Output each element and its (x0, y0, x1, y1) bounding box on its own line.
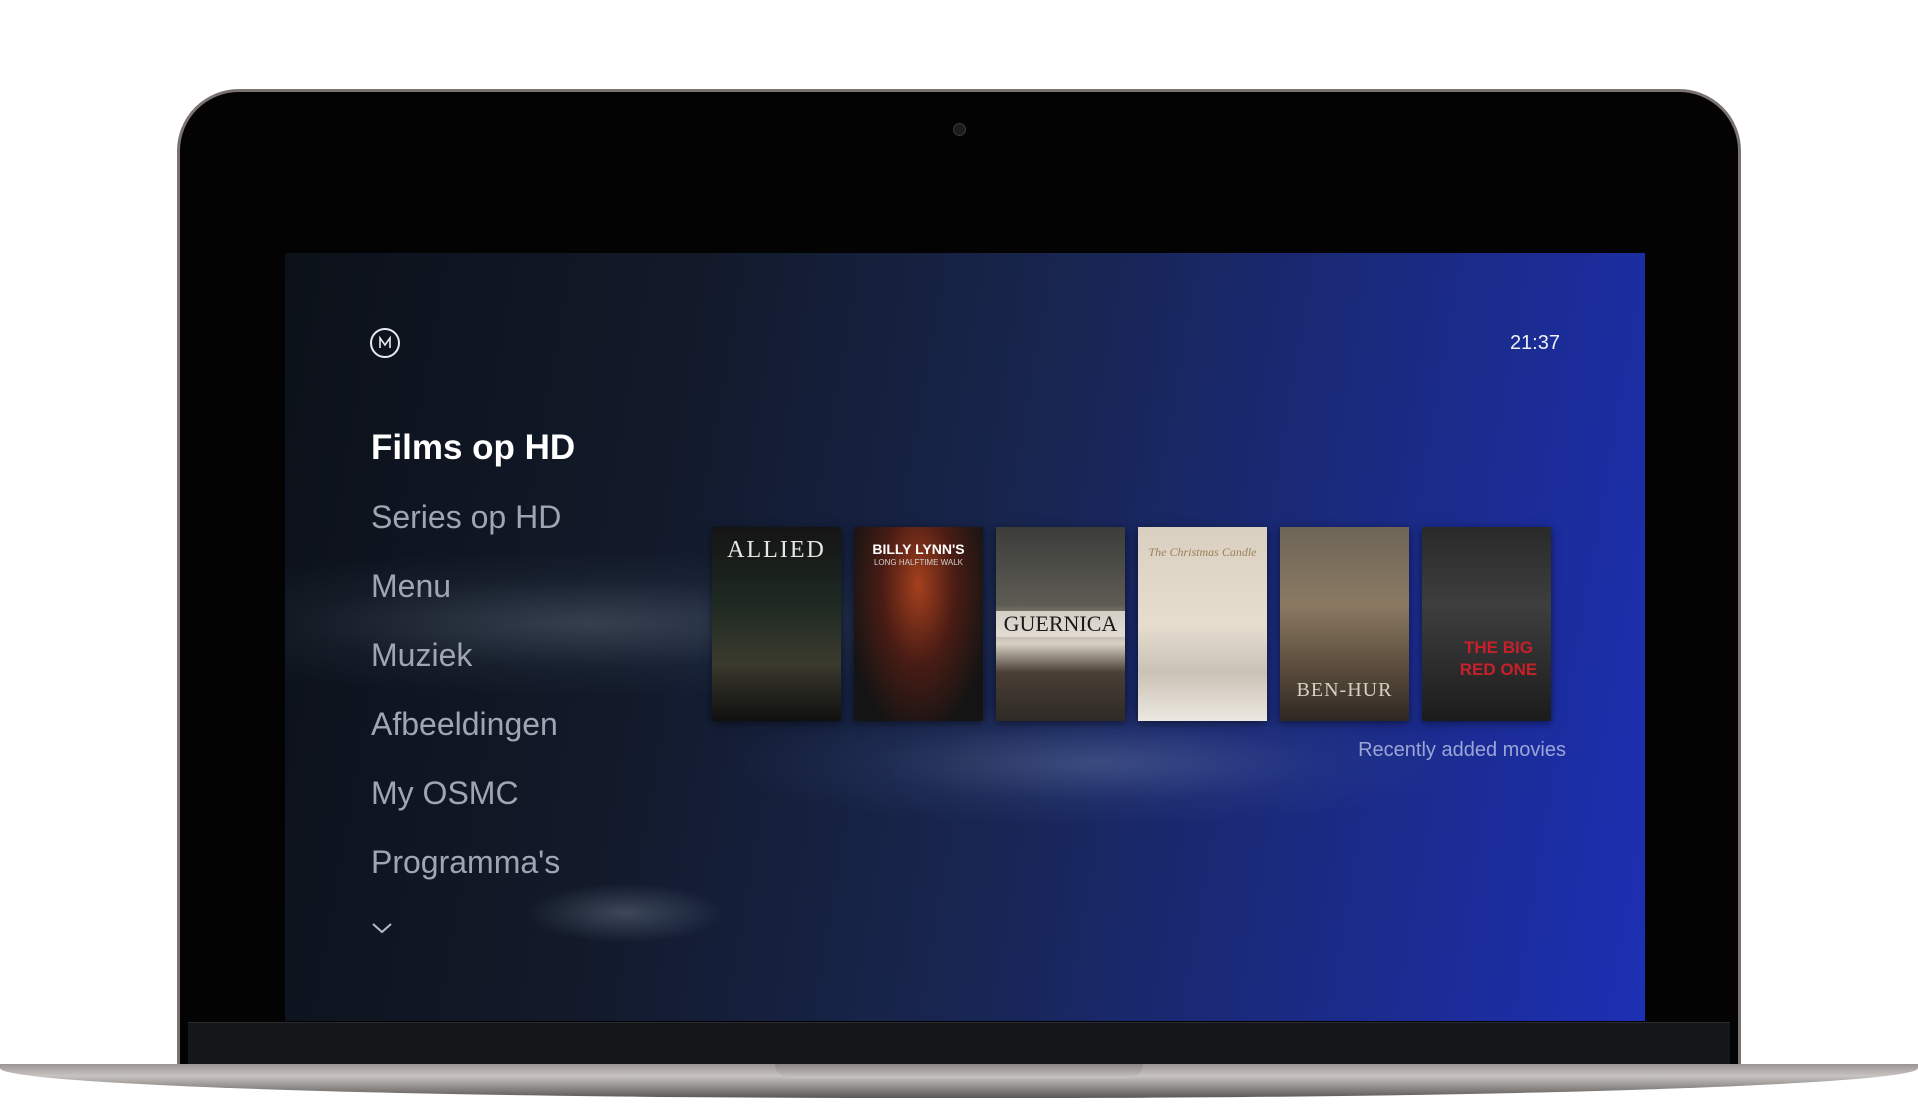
menu-item-menu[interactable]: Menu (371, 569, 575, 638)
webcam (953, 123, 966, 136)
menu-item-afbeeldingen[interactable]: Afbeeldingen (371, 707, 575, 776)
poster-title: The Christmas Candle (1148, 545, 1257, 559)
poster-title: ALLIED (727, 537, 826, 563)
osmc-logo-icon[interactable] (370, 328, 400, 358)
poster-title: BILLY LYNN'S (872, 541, 965, 557)
menu-item-series[interactable]: Series op HD (371, 500, 575, 569)
movie-poster[interactable]: BILLY LYNN'S LONG HALFTIME WALK (854, 527, 983, 721)
poster-subtitle: LONG HALFTIME WALK (873, 558, 964, 567)
recent-movies-caption: Recently added movies (1358, 739, 1566, 761)
main-menu: Films op HD Series op HD Menu Muziek Afb… (371, 430, 575, 914)
laptop-notch (775, 1064, 1143, 1078)
poster-title: GUERNICA (996, 611, 1125, 637)
movie-poster[interactable]: GUERNICA (996, 527, 1125, 721)
menu-item-my-osmc[interactable]: My OSMC (371, 776, 575, 845)
poster-title: BEN-HUR (1296, 679, 1393, 701)
background-ice (745, 703, 1445, 823)
chevron-down-icon[interactable] (371, 921, 393, 935)
movie-poster[interactable]: BEN-HUR (1280, 527, 1409, 721)
movie-poster[interactable]: The Christmas Candle (1138, 527, 1267, 721)
menu-item-muziek[interactable]: Muziek (371, 638, 575, 707)
laptop-hinge (188, 1022, 1730, 1067)
menu-item-programmas[interactable]: Programma's (371, 845, 575, 914)
clock: 21:37 (1509, 332, 1560, 354)
poster-title: THE BIG RED ONE (1459, 638, 1538, 679)
menu-item-films[interactable]: Films op HD (371, 430, 575, 500)
movie-poster[interactable]: THE BIG RED ONE (1422, 527, 1551, 721)
movie-poster[interactable]: ALLIED (712, 527, 841, 721)
recent-movies-row: ALLIED BILLY LYNN'S LONG HALFTIME WALK G… (712, 527, 1551, 721)
media-center-screen: 21:37 Films op HD Series op HD Menu Muzi… (285, 253, 1645, 1021)
